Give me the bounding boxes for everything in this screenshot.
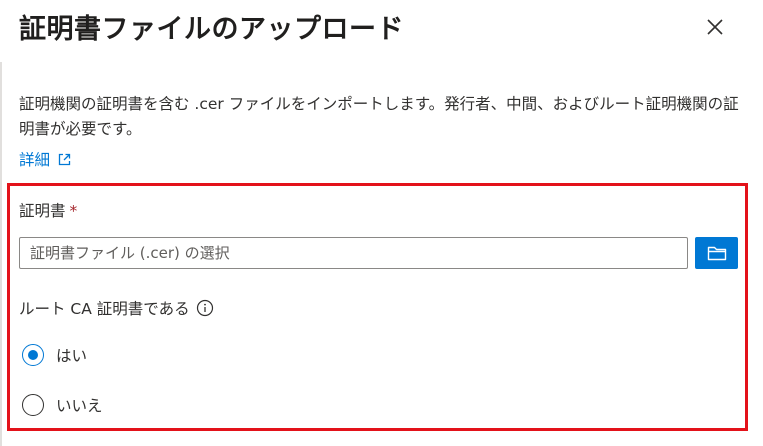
dialog-description: 証明機関の証明書を含む .cer ファイルをインポートします。発行者、中間、およ… [19, 95, 739, 138]
radio-label-no: いいえ [56, 397, 103, 415]
folder-icon [707, 246, 726, 261]
root-ca-label: ルート CA 証明書である [19, 297, 214, 319]
certificate-label: 証明書 * [19, 199, 77, 221]
radio-dot [28, 350, 38, 360]
radio-button-unchecked[interactable] [22, 394, 44, 416]
radio-option-yes[interactable]: はい [22, 344, 87, 366]
panel-divider [0, 62, 2, 446]
radio-label-yes: はい [56, 347, 88, 365]
radio-button-checked[interactable] [22, 344, 44, 366]
root-ca-label-text: ルート CA 証明書である [19, 300, 190, 318]
close-button[interactable] [700, 12, 730, 42]
close-icon [707, 19, 723, 35]
dialog-title: 証明書ファイルのアップロード [19, 14, 404, 45]
learn-more-label: 詳細 [19, 151, 51, 169]
browse-file-button[interactable] [695, 237, 738, 269]
certificate-file-input[interactable] [19, 237, 688, 269]
required-marker: * [69, 202, 78, 220]
external-link-icon [58, 153, 71, 165]
upload-certificate-panel: 証明書ファイルのアップロード 証明機関の証明書を含む .cer ファイルをインポ… [0, 0, 763, 446]
radio-option-no[interactable]: いいえ [22, 394, 103, 416]
info-icon[interactable] [196, 299, 214, 317]
learn-more-link[interactable]: 詳細 [19, 148, 71, 170]
certificate-label-text: 証明書 [19, 202, 66, 220]
